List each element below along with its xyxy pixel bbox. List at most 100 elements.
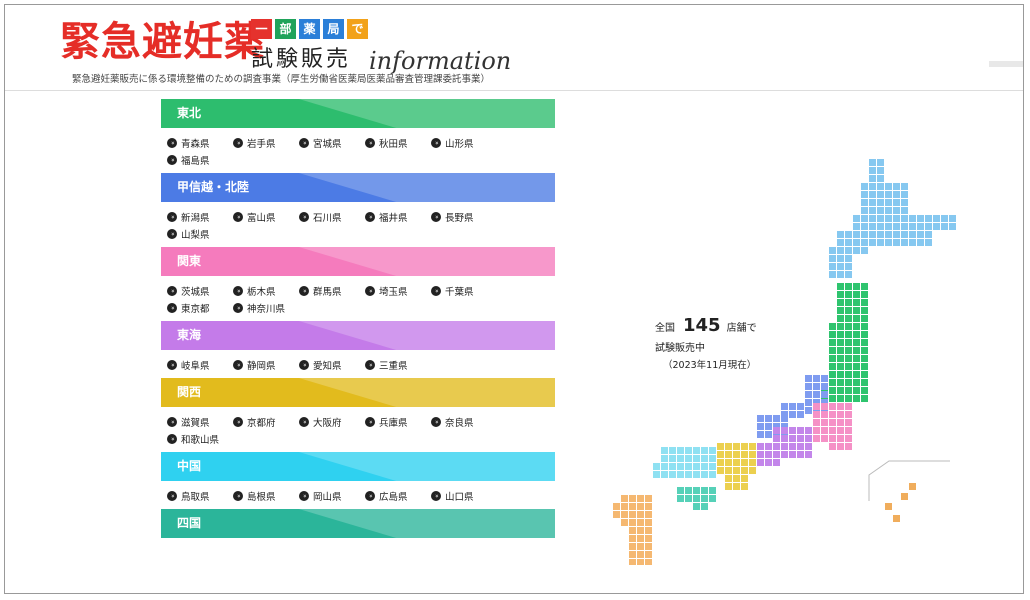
logo-trial-sale: 試験販売 [251, 47, 352, 72]
prefecture-link[interactable]: » 島根県 [233, 488, 299, 503]
region-header[interactable]: 東北 [161, 99, 555, 128]
map-tile-tohoku [853, 395, 860, 402]
map-tile-tohoku [861, 299, 868, 306]
map-tile-koshinetsu [805, 399, 812, 406]
region-header-shade [298, 509, 555, 538]
prefecture-link[interactable]: » 福島県 [167, 152, 233, 167]
prefecture-link[interactable]: » 青森県 [167, 135, 233, 150]
map-tile-tohoku [837, 323, 844, 330]
prefecture-label: 愛知県 [313, 360, 342, 372]
prefecture-link[interactable]: » 大阪府 [299, 414, 365, 429]
map-tile-tohoku [837, 283, 844, 290]
region-header[interactable]: 東海 [161, 321, 555, 350]
prefecture-link[interactable]: » 鳥取県 [167, 488, 233, 503]
prefecture-link[interactable]: » 栃木県 [233, 283, 299, 298]
map-tile-tokai [765, 451, 772, 458]
map-tile-hokkaido [869, 215, 876, 222]
prefecture-link[interactable]: » 山梨県 [167, 226, 233, 241]
prefecture-link[interactable]: » 山口県 [431, 488, 497, 503]
prefecture-label: 京都府 [247, 417, 276, 429]
map-tile-kansai [741, 451, 748, 458]
map-tile-hokkaido [853, 247, 860, 254]
prefecture-link[interactable]: » 宮城県 [299, 135, 365, 150]
map-tile-koshinetsu [821, 375, 828, 382]
map-tile-hokkaido [917, 239, 924, 246]
prefecture-link[interactable]: » 兵庫県 [365, 414, 431, 429]
region-name: 関東 [177, 254, 202, 268]
prefecture-label: 鳥取県 [181, 491, 210, 503]
map-tile-tokai [757, 443, 764, 450]
map-tile-kansai [725, 467, 732, 474]
map-tile-hokkaido [885, 199, 892, 206]
site-header: 緊急避妊薬 一部薬局で 試験販売 information 緊急避妊薬販売に係る環… [5, 5, 1023, 91]
region-header[interactable]: 関東 [161, 247, 555, 276]
prefecture-link[interactable]: » 神奈川県 [233, 300, 299, 315]
map-tile-tohoku [845, 291, 852, 298]
map-tile-kansai [733, 451, 740, 458]
map-tile-kansai [725, 483, 732, 490]
prefecture-link[interactable]: » 新潟県 [167, 209, 233, 224]
map-tile-hokkaido [901, 191, 908, 198]
map-tile-shikoku [709, 487, 716, 494]
prefecture-link[interactable]: » 奈良県 [431, 414, 497, 429]
map-tile-shikoku [685, 495, 692, 502]
map-tile-koshinetsu [789, 403, 796, 410]
map-tile-hokkaido [933, 215, 940, 222]
prefecture-label: 茨城県 [181, 286, 210, 298]
prefecture-link[interactable]: » 愛知県 [299, 357, 365, 372]
prefecture-link[interactable]: » 静岡県 [233, 357, 299, 372]
map-tile-kansai [725, 451, 732, 458]
prefecture-link[interactable]: » 滋賀県 [167, 414, 233, 429]
prefecture-link[interactable]: » 山形県 [431, 135, 497, 150]
prefecture-link[interactable]: » 千葉県 [431, 283, 497, 298]
scroll-handle[interactable] [989, 61, 1023, 67]
prefecture-link[interactable]: » 岩手県 [233, 135, 299, 150]
prefecture-link[interactable]: » 長野県 [431, 209, 497, 224]
region-header[interactable]: 中国 [161, 452, 555, 481]
prefecture-link[interactable]: » 岐阜県 [167, 357, 233, 372]
region-header[interactable]: 関西 [161, 378, 555, 407]
prefecture-link[interactable]: » 広島県 [365, 488, 431, 503]
map-tile-hokkaido [869, 159, 876, 166]
prefecture-label: 青森県 [181, 138, 210, 150]
map-tile-kyushu [637, 503, 644, 510]
prefecture-link[interactable]: » 福井県 [365, 209, 431, 224]
prefecture-link[interactable]: » 京都府 [233, 414, 299, 429]
map-tile-kanto [845, 403, 852, 410]
map-tile-hokkaido [917, 223, 924, 230]
map-tile-hokkaido [877, 175, 884, 182]
prefecture-link[interactable]: » 群馬県 [299, 283, 365, 298]
map-tile-chugoku [685, 471, 692, 478]
japan-map[interactable] [565, 125, 965, 565]
prefecture-label: 静岡県 [247, 360, 276, 372]
prefecture-link[interactable]: » 和歌山県 [167, 431, 233, 446]
prefecture-link[interactable]: » 石川県 [299, 209, 365, 224]
map-tile-tohoku [837, 315, 844, 322]
map-tile-tokai [797, 427, 804, 434]
chevron-down-icon: » [299, 490, 309, 501]
region-header[interactable]: 四国 [161, 509, 555, 538]
prefecture-link[interactable]: » 三重県 [365, 357, 431, 372]
map-tile-shikoku [701, 503, 708, 510]
map-tile-koshinetsu [765, 423, 772, 430]
map-tile-tokai [797, 435, 804, 442]
prefecture-link[interactable]: » 茨城県 [167, 283, 233, 298]
map-tile-koshinetsu [797, 411, 804, 418]
map-tile-okinawa [909, 483, 916, 490]
chevron-down-icon: » [167, 285, 177, 296]
prefecture-label: 滋賀県 [181, 417, 210, 429]
prefecture-link[interactable]: » 秋田県 [365, 135, 431, 150]
map-tile-kansai [733, 443, 740, 450]
map-tile-koshinetsu [757, 415, 764, 422]
region-header[interactable]: 甲信越・北陸 [161, 173, 555, 202]
prefecture-list: » 鳥取県 » 島根県 » 岡山県 » 広島県 » 山口県 [161, 481, 555, 509]
prefecture-link[interactable]: » 岡山県 [299, 488, 365, 503]
map-tile-tohoku [845, 347, 852, 354]
prefecture-link[interactable]: » 東京都 [167, 300, 233, 315]
map-tile-kyushu [629, 527, 636, 534]
region-name: 四国 [177, 516, 202, 530]
site-logo[interactable]: 緊急避妊薬 [60, 18, 265, 66]
map-tile-hokkaido [885, 239, 892, 246]
prefecture-link[interactable]: » 富山県 [233, 209, 299, 224]
prefecture-link[interactable]: » 埼玉県 [365, 283, 431, 298]
